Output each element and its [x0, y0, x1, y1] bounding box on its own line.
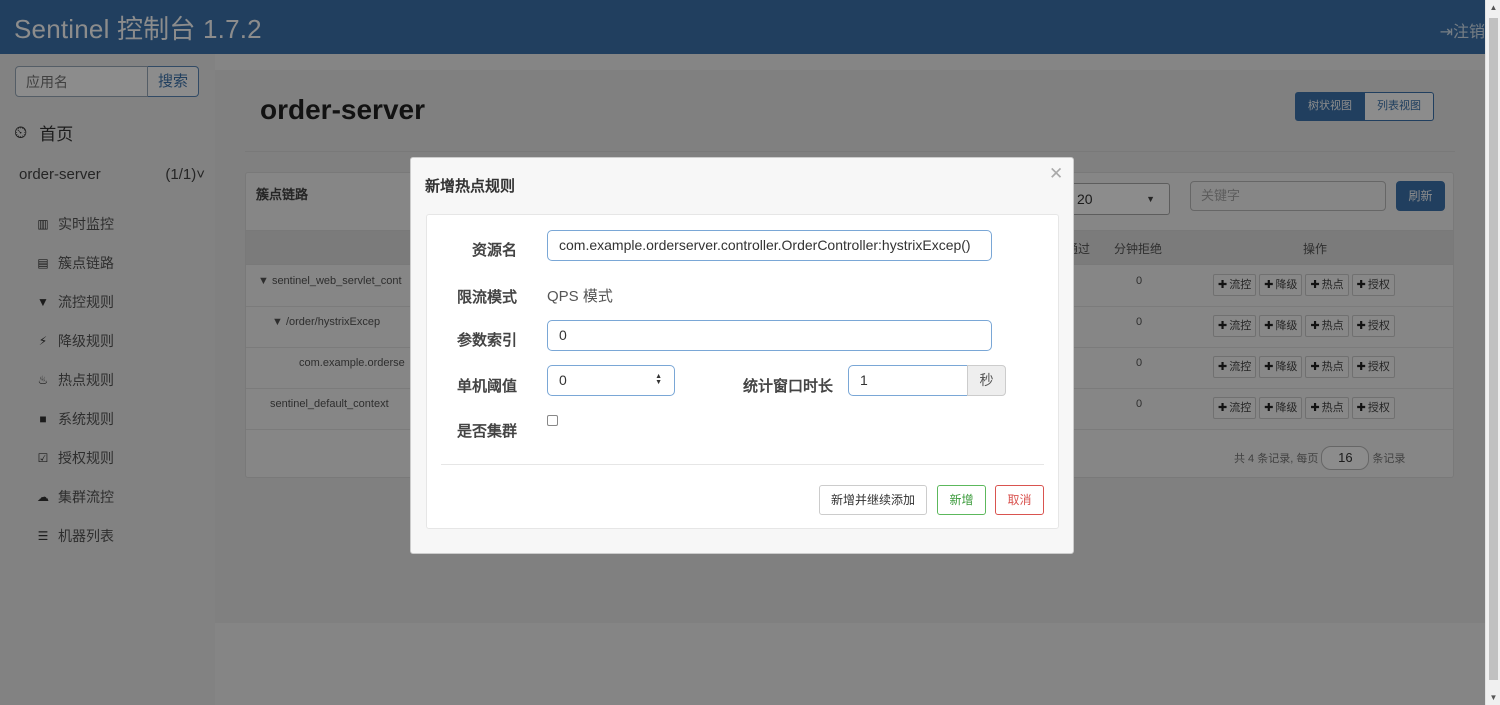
scroll-thumb[interactable] [1489, 18, 1498, 680]
hotspot-rule-dialog: 新增热点规则 ✕ 资源名 com.example.orderserver.con… [410, 157, 1074, 554]
dialog-form: 资源名 com.example.orderserver.controller.O… [426, 214, 1059, 529]
window-unit: 秒 [967, 365, 1006, 396]
add-button[interactable]: 新增 [937, 485, 986, 515]
threshold-label: 单机阈值 [457, 378, 518, 395]
spinner-icon[interactable]: ▲ ▼ [655, 373, 662, 386]
threshold-field[interactable]: 0 ▲ ▼ [547, 365, 675, 396]
add-and-continue-button[interactable]: 新增并继续添加 [819, 485, 927, 515]
resource-name-field[interactable]: com.example.orderserver.controller.Order… [547, 230, 992, 261]
mode-value: QPS 模式 [547, 288, 613, 305]
cancel-button[interactable]: 取消 [995, 485, 1044, 515]
divider [441, 464, 1044, 465]
cluster-label: 是否集群 [457, 423, 518, 440]
cluster-checkbox[interactable] [547, 415, 558, 426]
window-field[interactable]: 1 [848, 365, 968, 396]
dialog-title: 新增热点规则 [425, 178, 516, 195]
scroll-down-arrow-icon[interactable]: ▼ [1486, 690, 1500, 705]
threshold-value: 0 [559, 372, 567, 388]
resource-label: 资源名 [472, 242, 518, 259]
scroll-up-arrow-icon[interactable]: ▲ [1486, 0, 1500, 15]
param-index-field[interactable]: 0 [547, 320, 992, 351]
vertical-scrollbar[interactable]: ▲ ▼ [1485, 0, 1500, 705]
close-icon[interactable]: ✕ [1049, 164, 1063, 184]
mode-label: 限流模式 [457, 289, 518, 306]
window-label: 统计窗口时长 [743, 378, 834, 395]
param-index-label: 参数索引 [457, 332, 518, 349]
